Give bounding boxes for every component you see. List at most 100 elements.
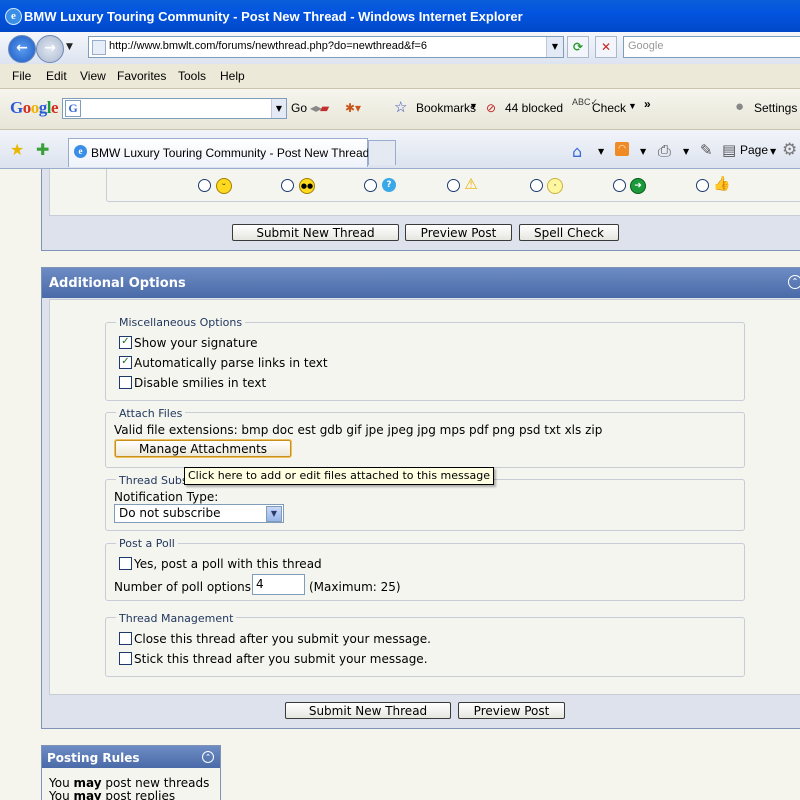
- smilie-radio-5[interactable]: [530, 179, 543, 192]
- page-dropdown-icon[interactable]: ▼: [770, 147, 776, 156]
- poll-options-label: Number of poll options:: [114, 580, 256, 594]
- add-favorites-icon[interactable]: ✚: [36, 140, 49, 159]
- notification-type-select[interactable]: Do not subscribe ▼: [114, 504, 284, 523]
- disable-smilies-checkbox[interactable]: [119, 376, 132, 389]
- favorites-center-icon[interactable]: ★: [10, 140, 24, 159]
- menu-favorites[interactable]: Favorites: [117, 69, 166, 83]
- check-button[interactable]: Check: [592, 101, 626, 115]
- close-thread-checkbox[interactable]: [119, 632, 132, 645]
- print-icon[interactable]: ⎙: [658, 141, 671, 161]
- google-go-button[interactable]: Go: [291, 101, 307, 115]
- home-dropdown-icon[interactable]: ▼: [598, 147, 604, 156]
- page-content: ᵕ ●● ? ⚠ · ➜ 👍 Submit New Thread Preview…: [0, 169, 800, 800]
- popup-blocker-icon[interactable]: ⊘: [486, 101, 496, 115]
- idea-icon: ·: [547, 178, 563, 194]
- manage-attachments-button[interactable]: Manage Attachments: [115, 440, 291, 457]
- settings-icon[interactable]: ●: [735, 98, 744, 115]
- show-signature-label: Show your signature: [134, 336, 258, 350]
- more-icon[interactable]: »: [644, 97, 651, 111]
- pagerank-icon[interactable]: ▰: [320, 101, 329, 115]
- home-icon[interactable]: ⌂: [572, 142, 582, 161]
- attach-files-legend: Attach Files: [116, 407, 186, 420]
- popup-icon[interactable]: ✱▾: [345, 101, 361, 115]
- posting-rule-line: You may post new threads: [49, 776, 209, 790]
- smilie-radio-1[interactable]: [198, 179, 211, 192]
- parse-links-checkbox[interactable]: ✓: [119, 356, 132, 369]
- blocked-count[interactable]: 44 blocked: [505, 101, 563, 115]
- menu-file[interactable]: File: [12, 69, 31, 83]
- smilie-radio-7[interactable]: [696, 179, 709, 192]
- rule-strong: may: [73, 789, 102, 800]
- notification-type-label: Notification Type:: [114, 490, 219, 504]
- smilie-radio-6[interactable]: [613, 179, 626, 192]
- tab-bmw-post-new-thread[interactable]: e BMW Luxury Touring Community - Post Ne…: [68, 138, 369, 167]
- post-poll-checkbox[interactable]: [119, 557, 132, 570]
- page-menu-icon[interactable]: ▤: [722, 141, 736, 159]
- menu-edit[interactable]: Edit: [46, 69, 67, 83]
- post-poll-label: Yes, post a poll with this thread: [134, 557, 322, 571]
- menu-help[interactable]: Help: [220, 69, 245, 83]
- smilie-radio-3[interactable]: [364, 179, 377, 192]
- misc-options-legend: Miscellaneous Options: [116, 316, 246, 329]
- settings-button[interactable]: Settings: [754, 101, 797, 115]
- google-logo: Google: [10, 98, 59, 117]
- bottom-preview-post-button[interactable]: Preview Post: [458, 702, 565, 719]
- manage-attachments-tooltip: Click here to add or edit files attached…: [184, 467, 494, 485]
- posting-rules-header: Posting Rules ⌃: [42, 746, 220, 768]
- parse-links-label: Automatically parse links in text: [134, 356, 328, 370]
- check-dropdown-icon[interactable]: ▼: [628, 101, 637, 111]
- search-placeholder: Google: [628, 40, 664, 52]
- google-search-input[interactable]: G ▼: [62, 98, 287, 119]
- rule-strong: may: [73, 776, 102, 790]
- bookmarks-dropdown-icon[interactable]: ▼: [469, 101, 478, 111]
- smilie-radio-2[interactable]: [281, 179, 294, 192]
- close-thread-label: Close this thread after you submit your …: [134, 632, 431, 646]
- back-icon[interactable]: ←: [8, 35, 36, 63]
- select-chevron-down-icon[interactable]: ▼: [266, 506, 282, 522]
- search-input[interactable]: Google: [623, 36, 800, 58]
- google-g-icon[interactable]: G: [65, 100, 81, 117]
- new-tab-button[interactable]: [368, 140, 396, 165]
- poll-options-value: 4: [256, 577, 264, 591]
- smilie-radio-4[interactable]: [447, 179, 460, 192]
- thread-management-legend: Thread Management: [116, 612, 237, 625]
- stick-thread-checkbox[interactable]: [119, 652, 132, 665]
- preview-post-button[interactable]: Preview Post: [405, 224, 512, 241]
- print-dropdown-icon[interactable]: ▼: [683, 147, 689, 156]
- submit-new-thread-button[interactable]: Submit New Thread: [232, 224, 399, 241]
- stop-icon[interactable]: ✕: [595, 36, 617, 58]
- feeds-icon[interactable]: ◠: [615, 142, 629, 156]
- post-poll-legend: Post a Poll: [116, 537, 178, 550]
- collapse-icon[interactable]: ⌃: [788, 275, 800, 289]
- address-url: http://www.bmwlt.com/forums/newthread.ph…: [109, 40, 427, 52]
- window-title: BMW Luxury Touring Community - Post New …: [24, 9, 523, 24]
- menu-view[interactable]: View: [80, 69, 106, 83]
- bottom-submit-new-thread-button[interactable]: Submit New Thread: [285, 702, 451, 719]
- bookmarks-button[interactable]: Bookmarks: [416, 101, 476, 115]
- tools-gear-icon[interactable]: ⚙: [782, 140, 797, 160]
- feeds-dropdown-icon[interactable]: ▼: [640, 147, 646, 156]
- ie-icon: e: [5, 8, 22, 25]
- posting-rule-line: You may post replies: [49, 789, 175, 800]
- google-search-dropdown-icon[interactable]: ▼: [271, 99, 286, 118]
- address-bar[interactable]: http://www.bmwlt.com/forums/newthread.ph…: [88, 36, 564, 58]
- page-icon: [92, 40, 106, 55]
- menu-tools[interactable]: Tools: [178, 69, 206, 83]
- history-dropdown-icon[interactable]: ▼: [66, 42, 73, 52]
- rule-post: post replies: [105, 789, 176, 800]
- poll-options-input[interactable]: 4: [252, 574, 305, 595]
- question-icon: ?: [382, 178, 396, 192]
- spell-check-button[interactable]: Spell Check: [519, 224, 619, 241]
- bookmarks-star-icon[interactable]: ☆: [394, 98, 407, 116]
- posting-rules-collapse-icon[interactable]: ⌃: [202, 751, 214, 763]
- show-signature-checkbox[interactable]: ✓: [119, 336, 132, 349]
- forward-icon[interactable]: →: [36, 35, 64, 63]
- additional-options-title: Additional Options: [49, 276, 186, 291]
- refresh-icon[interactable]: ⟳: [567, 36, 589, 58]
- page-menu-button[interactable]: Page: [740, 143, 768, 157]
- warning-icon: ⚠: [464, 175, 478, 193]
- address-dropdown-icon[interactable]: ▼: [546, 37, 563, 57]
- rule-pre: You: [49, 776, 70, 790]
- research-icon[interactable]: ✎: [700, 141, 713, 159]
- stick-thread-label: Stick this thread after you submit your …: [134, 652, 428, 666]
